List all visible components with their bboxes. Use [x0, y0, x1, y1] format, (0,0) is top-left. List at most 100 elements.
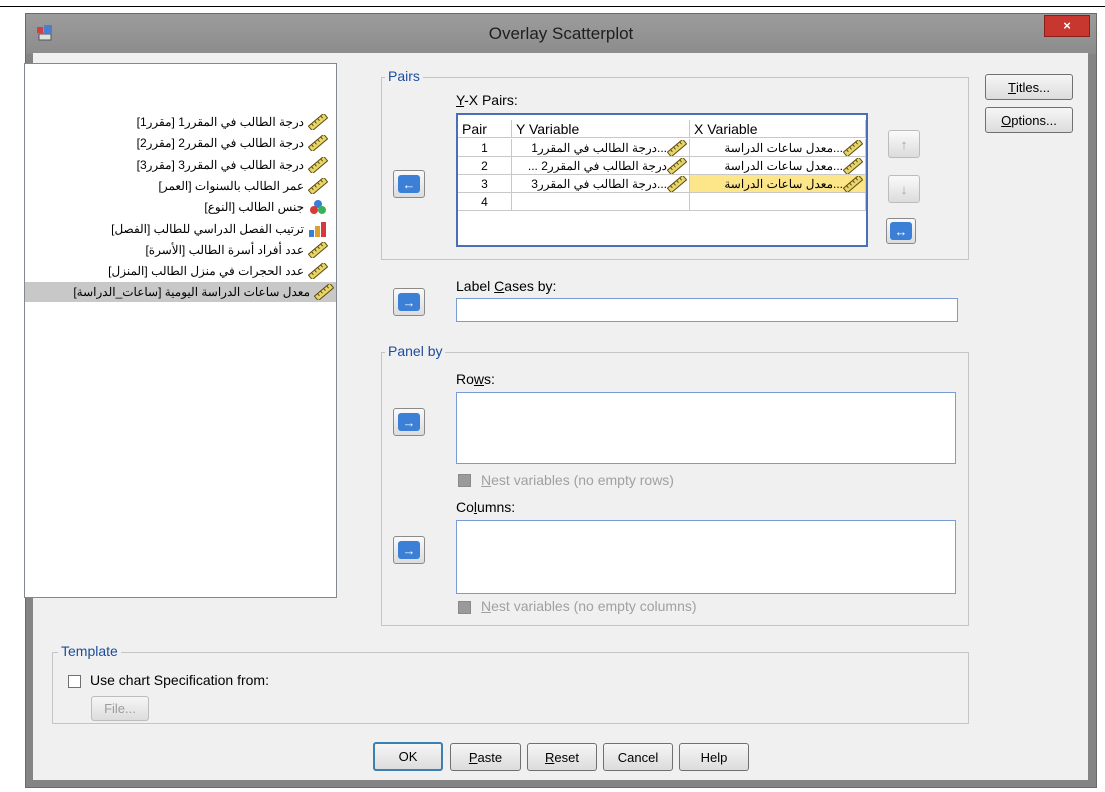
x-variable-cell: ...معدل ساعات الدراسة [690, 139, 866, 157]
x-variable-cell-text: ...معدل ساعات الدراسة [724, 176, 843, 191]
scale-ruler-icon [314, 284, 334, 301]
source-variable-list[interactable]: درجة الطالب في المقرر1 [مقرر1] درجة الطال… [24, 63, 337, 598]
arrow-right-icon: → [398, 293, 420, 311]
scale-ruler-icon [308, 114, 328, 130]
titles-button[interactable]: Titles... [985, 74, 1073, 100]
pair-number-cell-text: 4 [481, 194, 488, 209]
y-variable-cell-text: ...درجة الطالب في المقرر1 [531, 140, 667, 155]
template-legend: Template [58, 643, 121, 659]
arrow-right-icon: → [398, 541, 420, 559]
close-button[interactable]: × [1044, 15, 1090, 37]
variable-label: ترتيب الفصل الدراسي للطالب [الفصل] [111, 221, 304, 236]
scale-ruler-icon [667, 175, 687, 192]
y-variable-cell: ...درجة الطالب في المقرر3 [512, 175, 690, 193]
swap-arrows-icon: ↔ [890, 222, 912, 240]
scale-ruler-icon [843, 157, 863, 174]
file-button[interactable]: File... [91, 696, 149, 721]
table-row[interactable]: 2 درجة الطالب في المقرر2 ... ...معدل ساعات… [458, 157, 866, 175]
yx-pairs-label: Y-X Pairs: [456, 92, 518, 108]
scale-ruler-icon [308, 263, 328, 280]
columns-field[interactable] [456, 520, 956, 594]
use-chart-spec-label: Use chart Specification from: [90, 672, 269, 688]
variable-label: جنس الطالب [النوع] [204, 200, 304, 215]
template-group [52, 652, 969, 724]
nominal-circles-icon [308, 199, 328, 215]
scale-ruler-icon [308, 135, 328, 152]
arrow-left-icon: ← [398, 175, 420, 193]
variable-label: عدد الحجرات في منزل الطالب [المنزل] [108, 264, 304, 279]
variable-label: عدد أفراد أسرة الطالب [الأسرة] [145, 242, 304, 257]
variable-list-item[interactable]: ترتيب الفصل الدراسي للطالب [الفصل] [109, 219, 330, 239]
y-variable-cell-text: درجة الطالب في المقرر2 ... [527, 158, 667, 173]
use-chart-spec-checkbox[interactable] [68, 675, 81, 688]
y-variable-cell [512, 193, 690, 211]
nest-columns-checkbox[interactable] [458, 601, 471, 614]
top-separator-line [0, 6, 1105, 7]
table-header-row: Pair Y Variable X Variable [458, 120, 866, 138]
ok-button[interactable]: OK [373, 742, 443, 771]
scale-ruler-icon [843, 175, 863, 192]
pair-number-cell: 4 [458, 193, 512, 211]
arrow-up-icon: ↑ [900, 136, 908, 152]
x-variable-cell-text: ...معدل ساعات الدراسة [724, 158, 843, 173]
move-pair-up-button[interactable]: ↑ [888, 130, 920, 158]
variable-list-item[interactable]: عدد الحجرات في منزل الطالب [المنزل] [106, 261, 330, 281]
variable-label: درجة الطالب في المقرر1 [مقرر1] [136, 115, 304, 129]
help-button[interactable]: Help [679, 743, 749, 771]
dialog-title: Overlay Scatterplot [488, 24, 634, 43]
cancel-button[interactable]: Cancel [603, 743, 673, 771]
scale-ruler-icon [843, 139, 863, 156]
y-variable-cell: درجة الطالب في المقرر2 ... [512, 157, 690, 175]
panel-by-legend: Panel by [385, 343, 446, 359]
scale-ruler-icon [308, 241, 328, 258]
pair-number-cell: 2 [458, 157, 512, 175]
pair-number-cell: 1 [458, 139, 512, 157]
header-y-variable: Y Variable [512, 120, 690, 138]
header-pair: Pair [458, 120, 512, 138]
title-bar[interactable]: Overlay Scatterplot × [26, 14, 1096, 54]
rows-label: Rows: [456, 371, 495, 387]
table-row[interactable]: 4 [458, 193, 866, 211]
variable-label: عمر الطالب بالسنوات [العمر] [158, 178, 304, 193]
pair-number-cell-text: 2 [481, 158, 488, 173]
nest-columns-label: Nest variables (no empty columns) [481, 598, 697, 614]
nest-rows-label: Nest variables (no empty rows) [481, 472, 674, 488]
pairs-legend: Pairs [385, 68, 423, 84]
options-button[interactable]: Options... [985, 107, 1073, 133]
variable-list-item[interactable]: درجة الطالب في المقرر1 [مقرر1] [135, 112, 330, 132]
arrow-right-icon: → [398, 413, 420, 431]
x-variable-cell-text: ...معدل ساعات الدراسة [724, 140, 843, 155]
variable-list-item[interactable]: عمر الطالب بالسنوات [العمر] [157, 176, 330, 196]
arrow-down-icon: ↓ [900, 181, 908, 197]
variable-list-item[interactable]: معدل ساعات الدراسة اليومية [ساعات_الدراس… [25, 282, 336, 303]
pair-number-cell: 3 [458, 175, 512, 193]
variable-list-item[interactable]: درجة الطالب في المقرر3 [مقرر3] [135, 155, 330, 175]
label-cases-field[interactable] [456, 298, 958, 322]
x-variable-cell: ...معدل ساعات الدراسة [690, 175, 866, 193]
x-variable-cell: ...معدل ساعات الدراسة [690, 157, 866, 175]
y-variable-cell-text: ...درجة الطالب في المقرر3 [531, 176, 667, 191]
variable-label: معدل ساعات الدراسة اليومية [ساعات_الدراس… [73, 285, 310, 300]
swap-xy-button[interactable]: ↔ [886, 218, 916, 244]
columns-label: Columns: [456, 499, 516, 515]
variable-label: درجة الطالب في المقرر2 [مقرر2] [136, 136, 304, 151]
yx-pairs-table[interactable]: Pair Y Variable X Variable 1 ...درجة الطا… [456, 113, 868, 247]
y-variable-cell: ...درجة الطالب في المقرر1 [512, 139, 690, 157]
variable-list-item[interactable]: جنس الطالب [النوع] [202, 197, 330, 217]
move-to-label-cases-button[interactable]: → [393, 288, 425, 316]
nest-rows-checkbox[interactable] [458, 474, 471, 487]
move-pair-down-button[interactable]: ↓ [888, 175, 920, 203]
variable-list-item[interactable]: درجة الطالب في المقرر2 [مقرر2] [135, 133, 330, 153]
rows-field[interactable] [456, 392, 956, 464]
move-to-pairs-button[interactable]: ← [393, 170, 425, 198]
reset-button[interactable]: Reset [527, 743, 597, 771]
move-to-columns-button[interactable]: → [393, 536, 425, 564]
table-row[interactable]: 3 ...درجة الطالب في المقرر3 ...معدل ساعات… [458, 175, 866, 193]
variable-list-item[interactable]: عدد أفراد أسرة الطالب [الأسرة] [143, 240, 330, 260]
label-cases-label: Label Cases by: [456, 278, 557, 294]
ordinal-bars-icon [308, 221, 328, 237]
move-to-rows-button[interactable]: → [393, 408, 425, 436]
paste-button[interactable]: Paste [450, 743, 521, 771]
table-row[interactable]: 1 ...درجة الطالب في المقرر1 ...معدل ساعات… [458, 139, 866, 157]
pair-number-cell-text: 3 [481, 176, 488, 191]
